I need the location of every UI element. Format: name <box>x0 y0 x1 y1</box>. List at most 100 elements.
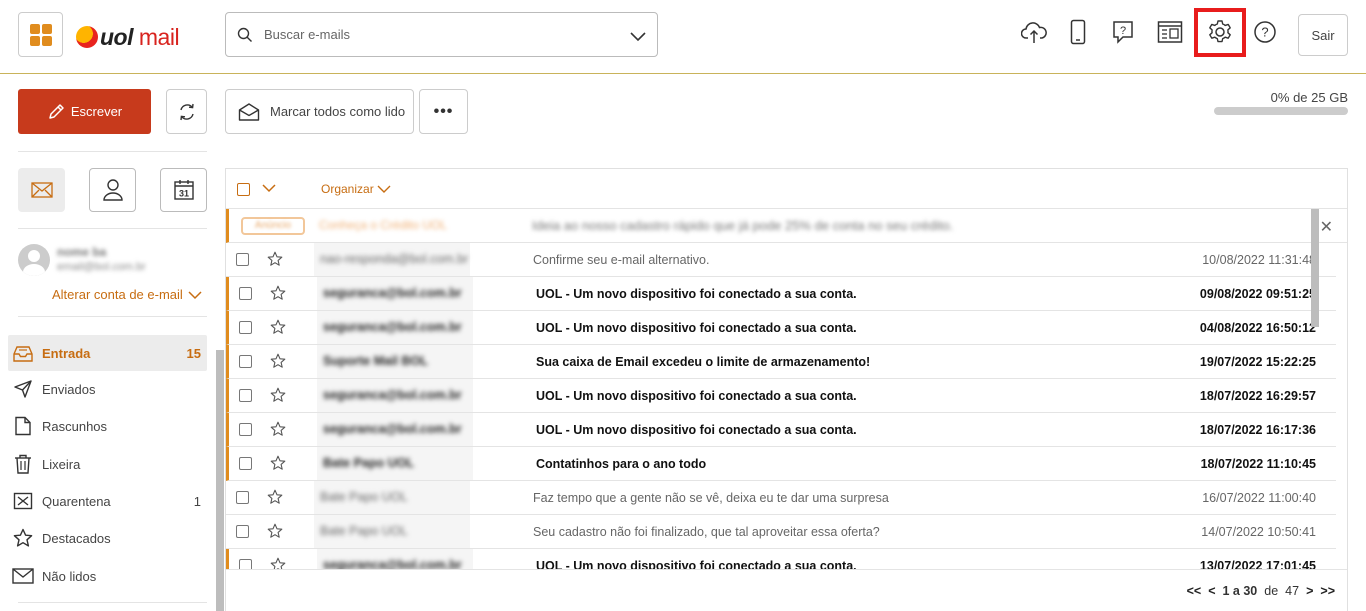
gear-icon[interactable] <box>1207 17 1233 47</box>
star-icon[interactable] <box>270 387 286 403</box>
star-icon[interactable] <box>270 285 286 301</box>
next-page-button[interactable]: > <box>1306 584 1313 598</box>
apps-grid-icon <box>30 24 52 46</box>
sidebar-item-enviados[interactable]: Enviados <box>8 371 207 407</box>
mail-row[interactable]: seguranca@bol.com.br UOL - Um novo dispos… <box>226 311 1336 345</box>
mail-date: 04/08/2022 16:50:12 <box>1199 321 1316 335</box>
mail-date: 16/07/2022 11:00:40 <box>1202 491 1316 505</box>
help-chat-icon[interactable]: ? <box>1110 17 1136 47</box>
search-options-chevron-icon[interactable] <box>629 27 647 45</box>
layout-panel-icon[interactable] <box>1157 17 1183 47</box>
switch-account-link[interactable]: Alterar conta de e-mail <box>52 287 202 302</box>
chevron-down-icon <box>377 185 391 193</box>
select-all-checkbox[interactable] <box>237 183 250 196</box>
mail-list-scrollbar[interactable] <box>1311 209 1319 327</box>
compose-button[interactable]: Escrever <box>18 89 151 134</box>
mail-row[interactable]: seguranca@bol.com.br UOL - Um novo dispos… <box>226 413 1336 447</box>
sidebar-scrollbar[interactable] <box>216 350 224 611</box>
promo-ad-row[interactable]: Anúncio Conheça o Crédito UOL Ideia ao n… <box>226 209 1347 243</box>
uol-mail-logo[interactable]: uol mail <box>76 22 180 52</box>
tab-mail[interactable] <box>18 168 65 212</box>
row-checkbox[interactable] <box>239 389 252 402</box>
mail-list-footer: << < 1 a 30 de 47 > >> <box>226 569 1347 611</box>
uol-logo-icon <box>76 26 98 48</box>
search-icon <box>237 27 252 42</box>
page-of-label: de <box>1264 584 1279 598</box>
search-input[interactable]: Buscar e-mails <box>264 27 350 42</box>
sidebar-item-lixeira[interactable]: Lixeira <box>8 446 207 482</box>
star-icon[interactable] <box>267 251 283 267</box>
sidebar-item-label: Enviados <box>42 381 96 397</box>
star-icon[interactable] <box>267 489 283 505</box>
mail-subject: Sua caixa de Email excedeu o limite de a… <box>536 355 871 369</box>
calendar-day: 31 <box>178 189 188 199</box>
mail-row[interactable]: Suporte Mail BOL Sua caixa de Email exced… <box>226 345 1336 379</box>
trash-icon <box>12 453 34 475</box>
close-icon[interactable]: ✕ <box>1320 217 1333 237</box>
refresh-button[interactable] <box>166 89 207 134</box>
sidebar-item-rascunhos[interactable]: Rascunhos <box>8 408 207 444</box>
row-checkbox[interactable] <box>239 423 252 436</box>
mail-row[interactable]: Bate Papo UOL Faz tempo que a gente não s… <box>226 481 1336 515</box>
mobile-phone-icon[interactable] <box>1065 17 1091 47</box>
select-options-chevron-icon[interactable] <box>261 182 277 194</box>
avatar[interactable] <box>18 244 50 276</box>
sidebar-divider <box>18 228 207 229</box>
row-checkbox[interactable] <box>239 355 252 368</box>
sidebar-divider <box>18 316 207 317</box>
sidebar-item-label: Lixeira <box>42 456 81 472</box>
sidebar-item-quarentena[interactable]: Quarentena 1 <box>8 483 207 519</box>
mail-date: 10/08/2022 11:31:48 <box>1202 253 1316 267</box>
tab-calendar[interactable]: 31 <box>160 168 207 212</box>
upload-cloud-icon[interactable] <box>1021 17 1047 47</box>
mail-subject: UOL - Um novo dispositivo foi conectado … <box>536 287 857 301</box>
row-checkbox[interactable] <box>236 491 249 504</box>
pagination: << < 1 a 30 de 47 > >> <box>1187 584 1335 598</box>
more-actions-button[interactable]: ••• <box>419 89 468 134</box>
mail-row[interactable]: seguranca@bol.com.br UOL - Um novo dispos… <box>226 379 1336 413</box>
sidebar-item-n-o-lidos[interactable]: Não lidos <box>8 558 207 594</box>
star-icon[interactable] <box>267 523 283 539</box>
mark-all-read-button[interactable]: Marcar todos como lido <box>225 89 414 134</box>
unread-count: 15 <box>186 345 201 361</box>
search-box[interactable]: Buscar e-mails <box>225 12 658 57</box>
tab-contacts[interactable] <box>89 168 136 212</box>
star-icon[interactable] <box>270 353 286 369</box>
sidebar-item-label: Quarentena <box>42 493 111 509</box>
logout-button[interactable]: Sair <box>1298 14 1348 56</box>
prev-page-button[interactable]: < <box>1208 584 1215 598</box>
apps-menu-button[interactable] <box>18 12 63 57</box>
sidebar-item-destacados[interactable]: Destacados <box>8 520 207 556</box>
organize-dropdown[interactable]: Organizar <box>321 182 391 196</box>
star-icon[interactable] <box>270 319 286 335</box>
help-icon[interactable]: ? <box>1252 17 1278 47</box>
ad-subject: Ideia ao nosso cadastro rápido que já po… <box>532 218 954 233</box>
sidebar-item-label: Não lidos <box>42 568 97 584</box>
organize-label: Organizar <box>321 182 374 196</box>
logo-brand: uol <box>100 23 134 50</box>
mail-row[interactable]: nao-responda@bol.com.br Confirme seu e-ma… <box>226 243 1336 277</box>
first-page-button[interactable]: << <box>1187 584 1202 598</box>
star-icon[interactable] <box>270 421 286 437</box>
mail-row[interactable]: seguranca@bol.com.br UOL - Um novo dispos… <box>226 277 1336 311</box>
refresh-icon <box>179 103 194 120</box>
star-icon[interactable] <box>270 455 286 471</box>
mail-row[interactable]: Bate Papo UOL Seu cadastro não foi finali… <box>226 515 1336 549</box>
row-checkbox[interactable] <box>239 321 252 334</box>
mail-sender: seguranca@bol.com.br <box>317 277 473 310</box>
row-checkbox[interactable] <box>236 525 249 538</box>
sidebar-item-entrada[interactable]: Entrada 15 <box>8 335 207 371</box>
mail-sender: seguranca@bol.com.br <box>317 413 473 446</box>
account-name: nome ba <box>57 245 107 259</box>
inbox-icon <box>12 342 34 364</box>
draft-icon <box>12 415 34 437</box>
row-checkbox[interactable] <box>236 253 249 266</box>
mail-list: Organizar Anúncio Conheça o Crédito UOL … <box>225 168 1348 611</box>
last-page-button[interactable]: >> <box>1320 584 1335 598</box>
calendar-icon: 31 <box>173 180 194 200</box>
open-envelope-icon <box>238 102 260 121</box>
row-checkbox[interactable] <box>239 457 252 470</box>
mark-all-read-label: Marcar todos como lido <box>270 104 406 119</box>
row-checkbox[interactable] <box>239 287 252 300</box>
mail-row[interactable]: Bate Papo UOL Contatinhos para o ano todo… <box>226 447 1336 481</box>
